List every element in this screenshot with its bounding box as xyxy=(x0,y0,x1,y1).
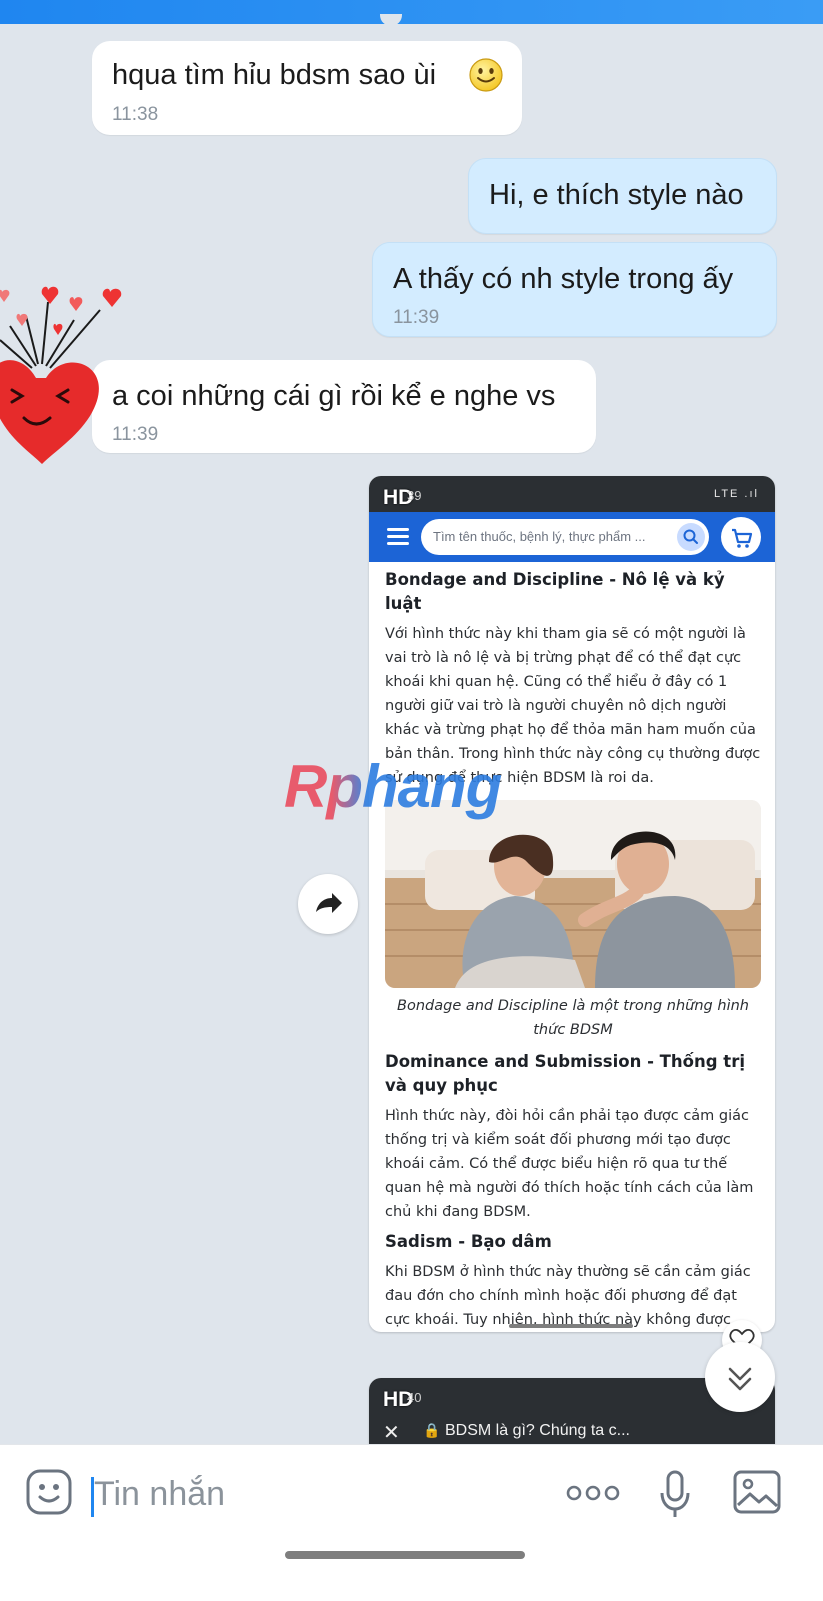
close-icon: ✕ xyxy=(383,1422,400,1444)
scroll-to-bottom-button[interactable] xyxy=(705,1342,775,1412)
message-text: A thấy có nh style trong ấy xyxy=(393,263,734,295)
message-bubble-incoming[interactable]: a coi những cái gì rồi kể e nghe vs 11:3… xyxy=(92,360,596,453)
heart-reaction-sticker xyxy=(0,282,134,482)
slightly-smiling-face-emoji xyxy=(468,57,504,93)
page-title: BDSM là gì? Chúng ta c... xyxy=(445,1422,630,1439)
status-time: 40 xyxy=(407,1390,422,1405)
message-input[interactable]: Tin nhắn xyxy=(94,1475,225,1514)
lock-icon: 🔒 xyxy=(423,1422,441,1438)
image-caption: Bondage and Discipline là một trong nhữn… xyxy=(397,998,749,1038)
date-separator-notch xyxy=(380,14,402,26)
message-text: hqua tìm hỉu bdsm sao ùi xyxy=(112,59,437,91)
section-heading: Sadism - Bạo dâm xyxy=(385,1232,552,1251)
cart-icon xyxy=(721,517,761,557)
status-time: 39 xyxy=(407,488,422,503)
image-gallery-icon[interactable] xyxy=(732,1469,782,1515)
watermark: Rphang xyxy=(284,753,502,820)
double-chevron-down-icon xyxy=(728,1367,752,1391)
message-time: 11:39 xyxy=(393,307,440,328)
message-bubble-outgoing[interactable]: Hi, e thích style nào xyxy=(468,158,777,234)
phone-home-indicator xyxy=(509,1324,633,1328)
system-gesture-bar xyxy=(285,1551,525,1559)
signal-icons: LTE .ıl xyxy=(714,488,759,500)
microphone-icon[interactable] xyxy=(658,1469,692,1521)
search-icon xyxy=(677,523,705,551)
message-bubble-incoming[interactable]: hqua tìm hỉu bdsm sao ùi 11:38 xyxy=(92,41,522,135)
section-heading: Bondage and Discipline - Nô lệ và kỷ luậ… xyxy=(385,570,725,613)
menu-icon xyxy=(387,528,409,545)
message-time: 11:38 xyxy=(112,104,159,125)
website-app-bar: Tìm tên thuốc, bệnh lý, thực phẩm ... xyxy=(369,512,775,562)
phone-status-bar: HD 39 LTE .ıl xyxy=(369,476,775,512)
search-placeholder: Tìm tên thuốc, bệnh lý, thực phẩm ... xyxy=(433,529,646,544)
section-paragraph: Khi BDSM ở hình thức này thường sẽ cần c… xyxy=(385,1264,751,1328)
couple-photo xyxy=(385,800,761,988)
site-search-field: Tìm tên thuốc, bệnh lý, thực phẩm ... xyxy=(421,519,709,555)
top-status-bar xyxy=(0,0,823,26)
section-paragraph: Hình thức này, đòi hỏi cần phải tạo được… xyxy=(385,1108,754,1220)
message-text: Hi, e thích style nào xyxy=(489,179,744,211)
forward-button[interactable] xyxy=(298,874,358,934)
article-content: Bondage and Discipline - Nô lệ và kỷ luậ… xyxy=(385,562,761,1332)
more-options-icon[interactable] xyxy=(566,1483,620,1503)
browser-bar: ✕ 🔒 BDSM là gì? Chúng ta c... xyxy=(369,1414,775,1444)
share-arrow-icon xyxy=(316,893,342,913)
sticker-icon[interactable] xyxy=(24,1467,74,1517)
message-text: a coi những cái gì rồi kể e nghe vs xyxy=(112,380,556,412)
message-composer: Tin nhắn xyxy=(0,1444,823,1601)
section-heading: Dominance and Submission - Thống trị và … xyxy=(385,1052,745,1095)
message-bubble-outgoing[interactable]: A thấy có nh style trong ấy 11:39 xyxy=(372,242,777,337)
image-message-screenshot[interactable]: HD 39 LTE .ıl Tìm tên thuốc, bệnh lý, th… xyxy=(369,476,775,1332)
